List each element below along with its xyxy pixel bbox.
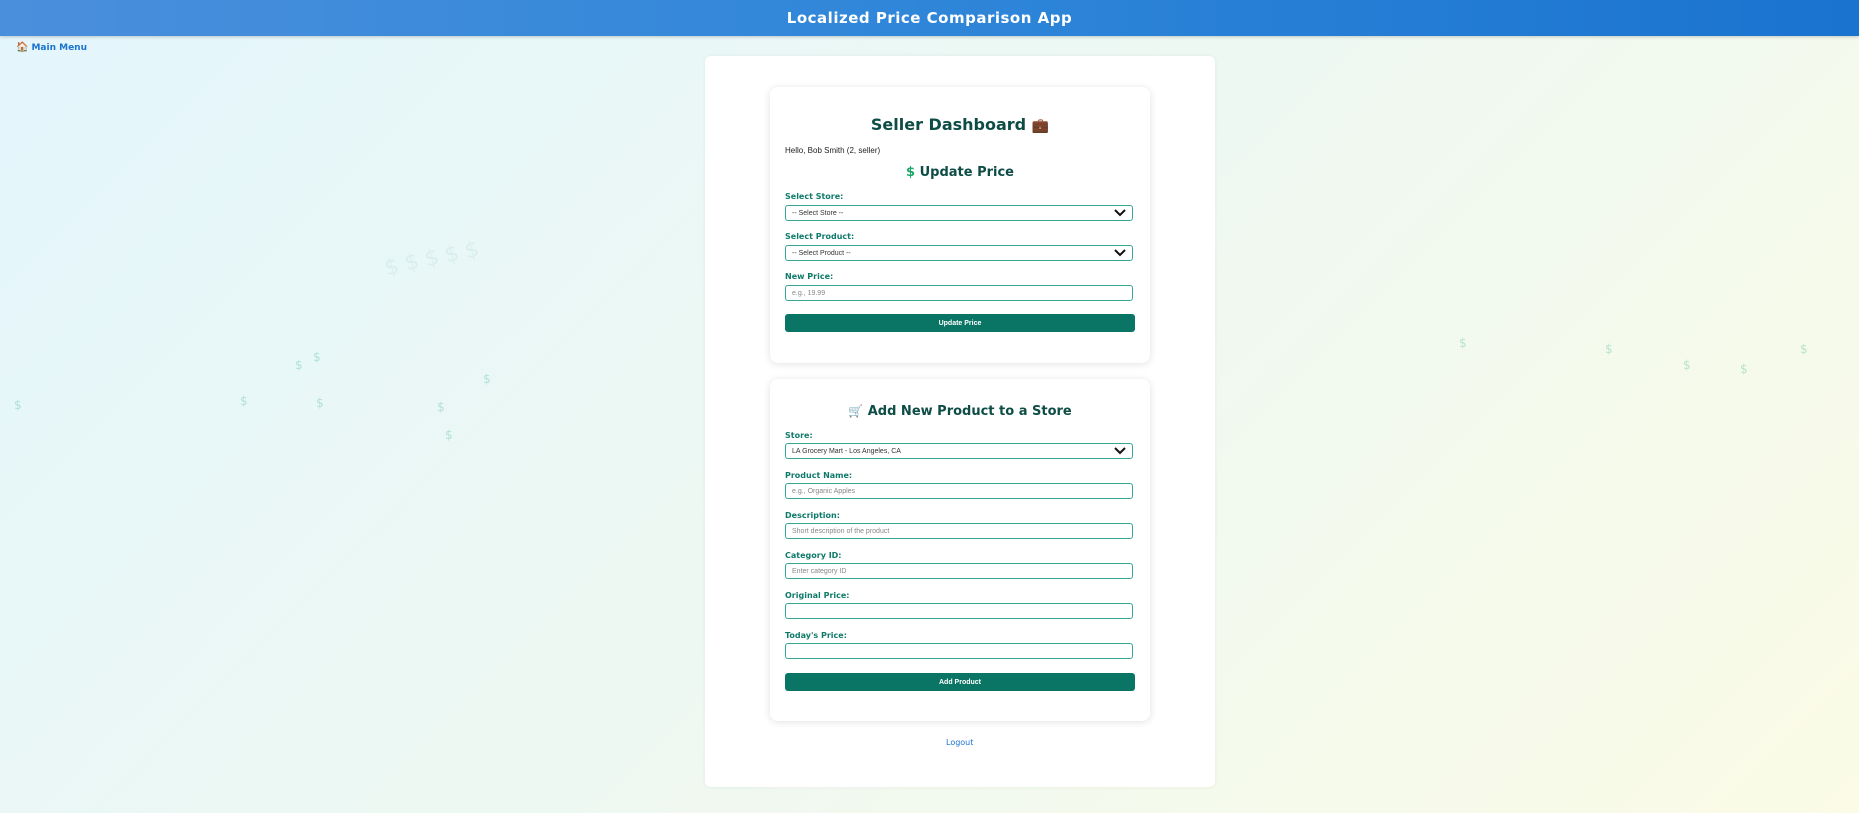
description-label: Description: [785, 511, 840, 520]
category-id-placeholder: Enter category ID [792, 567, 847, 575]
chevron-down-icon [1114, 249, 1126, 257]
dollar-icon: $ [295, 358, 303, 372]
dollar-icon: $ [906, 165, 916, 180]
main-menu-label: Main Menu [31, 42, 87, 53]
dollar-icon: $ [462, 236, 482, 265]
dashboard-title: Seller Dashboard 💼 [785, 115, 1135, 134]
dollar-icon: $ [240, 394, 248, 408]
product-name-input[interactable]: e.g., Organic Apples [785, 483, 1133, 499]
store-label: Store: [785, 431, 813, 440]
logout-link[interactable]: Logout [946, 738, 973, 747]
cart-icon: 🛒 [848, 404, 864, 418]
dollar-icon: $ [445, 428, 453, 442]
dollar-icon: $ [422, 244, 442, 273]
dollar-icon: $ [1605, 342, 1613, 356]
dollar-icon: $ [1683, 358, 1691, 372]
original-price-input[interactable] [785, 603, 1133, 619]
category-id-label: Category ID: [785, 551, 842, 560]
update-price-heading-text: Update Price [919, 165, 1014, 180]
todays-price-label: Today's Price: [785, 631, 847, 640]
dollar-icon: $ [382, 253, 402, 282]
add-product-card: 🛒 Add New Product to a Store Store: LA G… [770, 379, 1150, 721]
store-select-value: -- Select Store -- [792, 209, 844, 217]
house-icon: 🏠 [16, 42, 29, 53]
dollar-icon: $ [437, 400, 445, 414]
category-id-input[interactable]: Enter category ID [785, 563, 1133, 579]
dollar-icon: $ [402, 248, 422, 277]
add-product-heading: 🛒 Add New Product to a Store [785, 404, 1135, 419]
new-price-label: New Price: [785, 272, 834, 281]
dollar-icon: $ [316, 396, 324, 410]
add-store-select-value: LA Grocery Mart - Los Angeles, CA [792, 447, 901, 455]
add-store-select[interactable]: LA Grocery Mart - Los Angeles, CA [785, 443, 1133, 459]
store-select[interactable]: -- Select Store -- [785, 205, 1133, 221]
description-input[interactable]: Short description of the product [785, 523, 1133, 539]
greeting: Hello, Bob Smith (2, seller) [785, 146, 881, 155]
dollar-icon: $ [1740, 362, 1748, 376]
store-select-label: Select Store: [785, 192, 844, 201]
main-menu-link[interactable]: 🏠 Main Menu [16, 42, 87, 53]
original-price-label: Original Price: [785, 591, 850, 600]
new-price-placeholder: e.g., 19.99 [792, 289, 826, 297]
product-name-placeholder: e.g., Organic Apples [792, 487, 856, 495]
dollar-icon: $ [483, 372, 491, 386]
todays-price-input[interactable] [785, 643, 1133, 659]
dollar-icon: $ [1459, 336, 1467, 350]
product-select-label: Select Product: [785, 232, 855, 241]
dollar-icon: $ [14, 398, 22, 412]
dollar-icon: $ [313, 350, 321, 364]
chevron-down-icon [1114, 447, 1126, 455]
new-price-input[interactable]: e.g., 19.99 [785, 285, 1133, 301]
app-header: Localized Price Comparison App [0, 0, 1859, 36]
update-price-heading: $ Update Price [785, 165, 1135, 180]
product-select[interactable]: -- Select Product -- [785, 245, 1133, 261]
dollar-icon: $ [442, 240, 462, 269]
add-product-button[interactable]: Add Product [785, 673, 1135, 691]
update-price-button[interactable]: Update Price [785, 314, 1135, 332]
dashboard-title-text: Seller Dashboard [870, 115, 1027, 134]
add-product-heading-text: Add New Product to a Store [867, 404, 1072, 419]
product-name-label: Product Name: [785, 471, 853, 480]
description-placeholder: Short description of the product [792, 527, 890, 535]
product-select-value: -- Select Product -- [792, 249, 851, 257]
update-price-card: Seller Dashboard 💼 Hello, Bob Smith (2, … [770, 87, 1150, 363]
chevron-down-icon [1114, 209, 1126, 217]
app-title: Localized Price Comparison App [786, 9, 1073, 27]
briefcase-icon: 💼 [1031, 118, 1050, 134]
dollar-icon: $ [1800, 342, 1808, 356]
